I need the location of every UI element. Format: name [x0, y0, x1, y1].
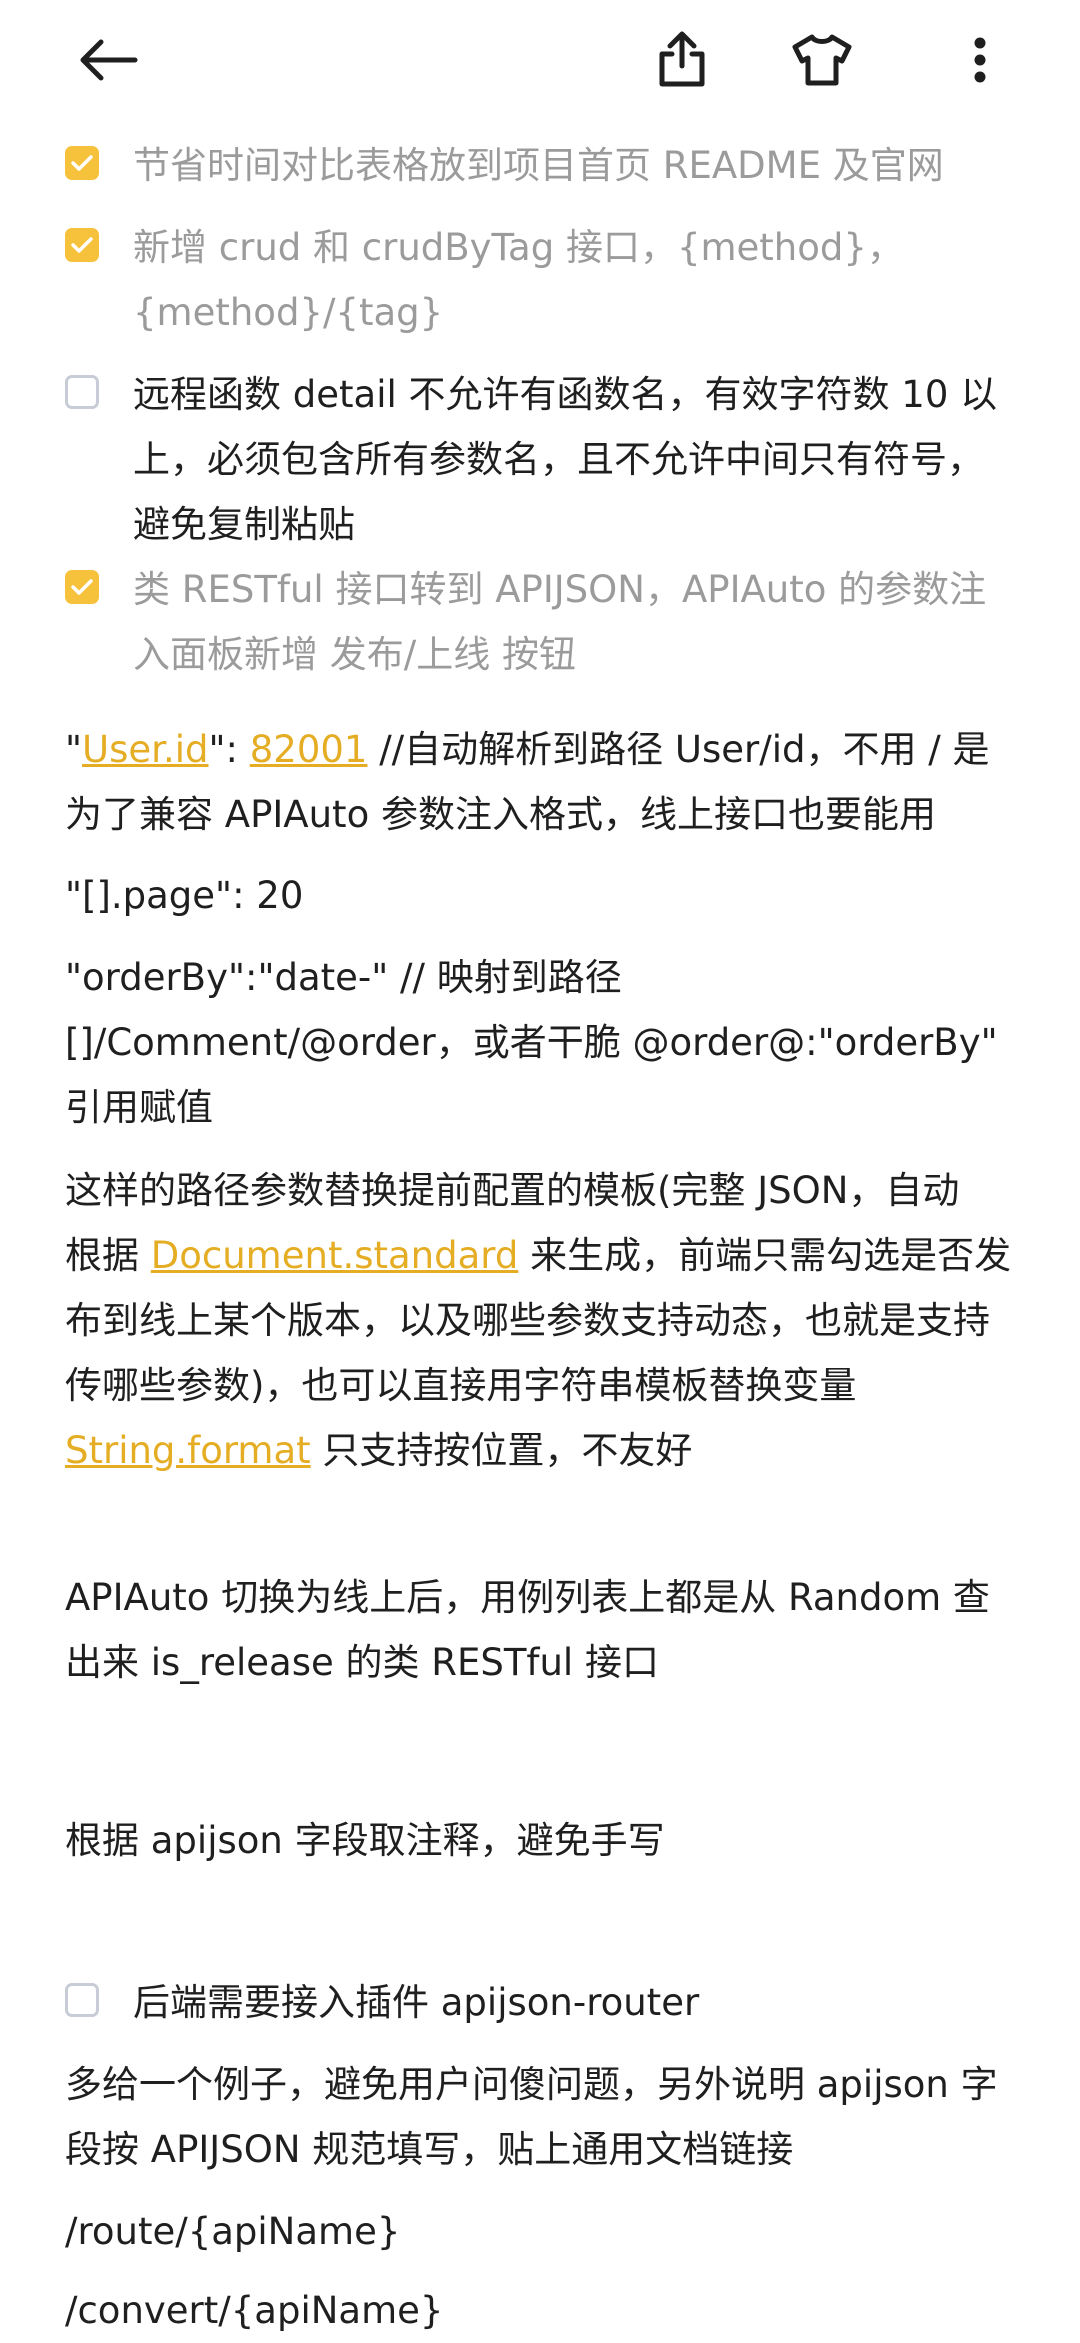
checkbox-checked[interactable] [65, 146, 99, 180]
text: 布到线上某个版本，以及哪些参数支持动态，也就是支持 [65, 1299, 990, 1342]
paragraph-route[interactable]: /route/{apiName} [65, 2199, 1015, 2264]
text: []/Comment/@order，或者干脆 @order@:"orderBy" [65, 1021, 998, 1064]
text: "orderBy":"date-" // 映射到路径 [65, 956, 622, 999]
more-vertical-icon [974, 37, 986, 83]
text: 段按 APIJSON 规范填写，贴上通用文档链接 [65, 2128, 794, 2171]
paragraph-user-id[interactable]: "User.id": 82001 //自动解析到路径 User/id，不用 / … [65, 717, 1015, 847]
text: 来生成，前端只需勾选是否发 [518, 1234, 1012, 1277]
text: 引用赋值 [65, 1086, 213, 1129]
paragraph-template[interactable]: 这样的路径参数替换提前配置的模板(完整 JSON，自动 根据 Document.… [65, 1158, 1015, 1483]
todo-text[interactable]: 类 RESTful 接口转到 APIJSON，APIAuto 的参数注 入面板新… [133, 557, 1030, 687]
checkbox-unchecked[interactable] [65, 1983, 99, 2017]
check-icon [71, 237, 93, 253]
share-button[interactable] [640, 18, 724, 102]
paragraph-apijson-comment[interactable]: 根据 apijson 字段取注释，避免手写 [65, 1808, 1015, 1873]
more-button[interactable] [938, 18, 1022, 102]
todo-text[interactable]: 后端需要接入插件 apijson-router [133, 1970, 1030, 2035]
text: " [65, 728, 83, 771]
paragraph-convert[interactable]: /convert/{apiName} [65, 2278, 1015, 2343]
paragraph-example[interactable]: 多给一个例子，避免用户问傻问题，另外说明 apijson 字 段按 APIJSO… [65, 2052, 1015, 2182]
arrow-left-icon [80, 39, 138, 81]
text: 只支持按位置，不友好 [310, 1429, 693, 1472]
checkbox-unchecked[interactable] [65, 375, 99, 409]
text: //自动解析到路径 User/id，不用 / 是 [367, 728, 990, 771]
text: /convert/{apiName} [65, 2289, 444, 2332]
text: 根据 apijson 字段取注释，避免手写 [65, 1819, 665, 1862]
todo-text[interactable]: 节省时间对比表格放到项目首页 README 及官网 [133, 133, 1030, 198]
link-82001[interactable]: 82001 [250, 728, 368, 771]
text: "[].page": 20 [65, 874, 304, 917]
link-user-id[interactable]: User.id [82, 728, 208, 771]
back-button[interactable] [66, 18, 150, 102]
checkbox-checked[interactable] [65, 570, 99, 604]
top-bar [0, 0, 1080, 120]
checkbox-checked[interactable] [65, 228, 99, 262]
theme-button[interactable] [780, 18, 864, 102]
link-string-format[interactable]: String.format [65, 1429, 311, 1472]
text: 多给一个例子，避免用户问傻问题，另外说明 apijson 字 [65, 2063, 998, 2106]
text: 根据 [65, 1234, 151, 1277]
paragraph-page[interactable]: "[].page": 20 [65, 863, 1015, 928]
share-icon [659, 31, 705, 87]
text: 传哪些参数)，也可以直接用字符串模板替换变量 [65, 1364, 857, 1407]
text: /route/{apiName} [65, 2210, 401, 2253]
tshirt-icon [792, 34, 852, 86]
check-icon [71, 579, 93, 595]
paragraph-apiauto[interactable]: APIAuto 切换为线上后，用例列表上都是从 Random 查 出来 is_r… [65, 1565, 1015, 1695]
text: 这样的路径参数替换提前配置的模板(完整 JSON，自动 [65, 1169, 960, 1212]
todo-text[interactable]: 新增 crud 和 crudByTag 接口，{method}， {method… [133, 215, 1030, 345]
link-document-standard[interactable]: Document.standard [151, 1234, 519, 1277]
text: 出来 is_release 的类 RESTful 接口 [65, 1641, 659, 1684]
check-icon [71, 155, 93, 171]
todo-text[interactable]: 远程函数 detail 不允许有函数名，有效字符数 10 以 上，必须包含所有参… [133, 362, 1030, 557]
text: ": [208, 728, 250, 771]
paragraph-order-by[interactable]: "orderBy":"date-" // 映射到路径 []/Comment/@o… [65, 945, 1015, 1140]
text: APIAuto 切换为线上后，用例列表上都是从 Random 查 [65, 1576, 990, 1619]
text: 为了兼容 APIAuto 参数注入格式，线上接口也要能用 [65, 793, 936, 836]
